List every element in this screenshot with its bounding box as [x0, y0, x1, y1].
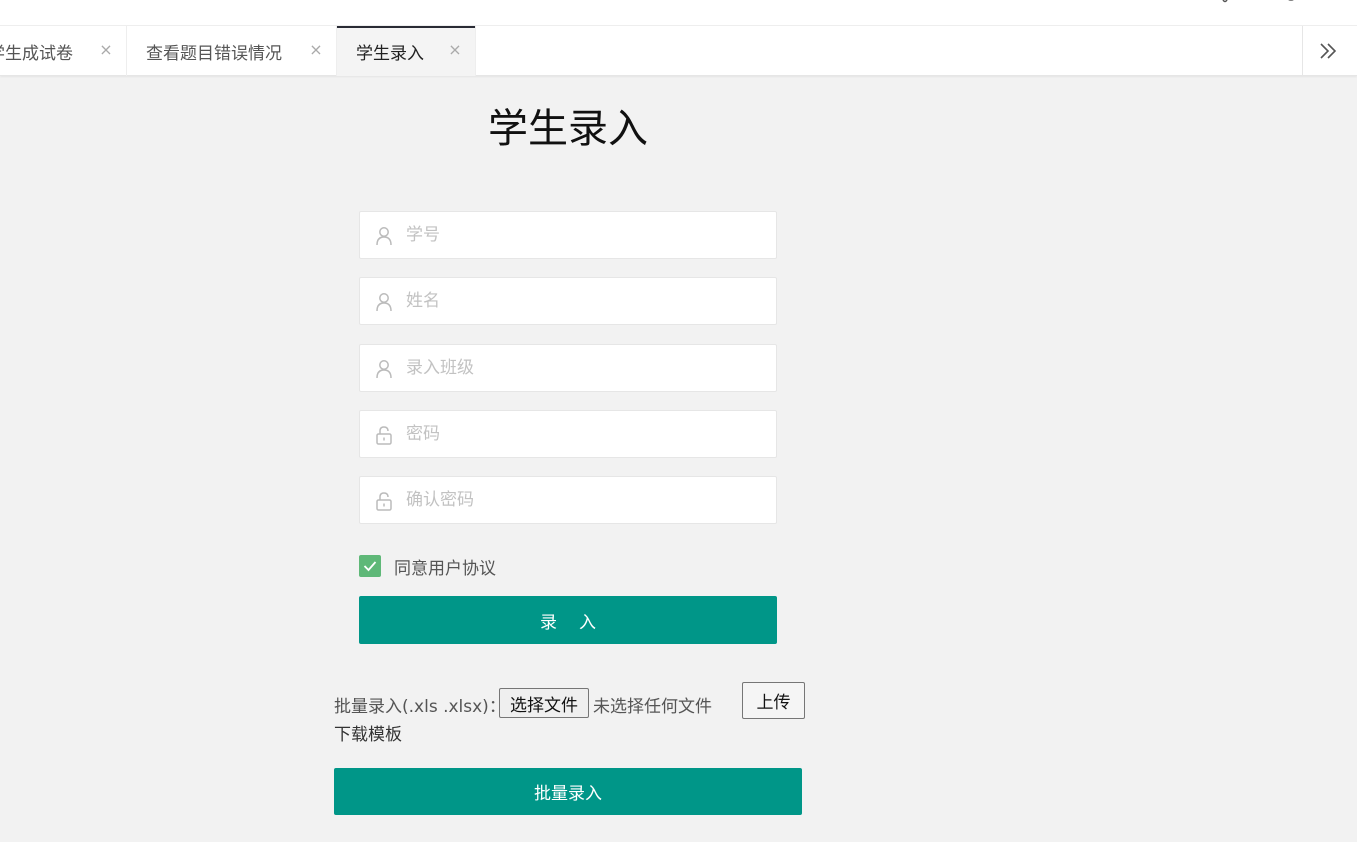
- lock-icon: [375, 425, 393, 445]
- user-menu-icon[interactable]: [1284, 0, 1298, 4]
- tab-label: 查看题目错误情况: [146, 43, 282, 64]
- tab-student-paper[interactable]: 学生成试卷 ×: [0, 26, 127, 76]
- choose-file-button[interactable]: 选择文件: [499, 688, 589, 718]
- student-id-field: [359, 211, 777, 259]
- batch-import-label: 批量录入(.xls .xlsx)：: [334, 697, 506, 717]
- tab-label: 学生成试卷: [0, 43, 73, 64]
- confirm-password-field: [359, 476, 777, 524]
- lock-icon: [375, 491, 393, 511]
- batch-import-button[interactable]: 批量录入: [334, 768, 802, 815]
- file-status: 未选择任何文件: [593, 697, 712, 717]
- confirm-password-input[interactable]: [406, 477, 766, 523]
- password-input[interactable]: [406, 411, 766, 457]
- class-field: [359, 344, 777, 392]
- close-icon[interactable]: ×: [448, 42, 462, 58]
- double-chevron-right-icon: [1319, 43, 1336, 59]
- submit-button[interactable]: 录入: [359, 596, 777, 644]
- agree-label: 同意用户协议: [394, 558, 496, 579]
- notification-icon[interactable]: [1218, 0, 1232, 4]
- class-input[interactable]: [406, 345, 766, 391]
- user-icon: [375, 292, 393, 312]
- student-name-field: [359, 277, 777, 325]
- tab-scroll-right-button[interactable]: [1302, 26, 1352, 76]
- tab-bar: 学生成试卷 × 查看题目错误情况 × 学生录入 ×: [0, 26, 1357, 76]
- upload-button[interactable]: 上传: [742, 682, 805, 719]
- close-icon[interactable]: ×: [309, 42, 323, 58]
- user-icon: [375, 359, 393, 379]
- top-header: [0, 0, 1357, 26]
- student-id-input[interactable]: [406, 212, 766, 258]
- agree-terms[interactable]: 同意用户协议: [359, 555, 496, 579]
- user-icon: [375, 226, 393, 246]
- download-template-link[interactable]: 下载模板: [334, 720, 402, 745]
- password-field: [359, 410, 777, 458]
- student-name-input[interactable]: [406, 278, 766, 324]
- tab-question-errors[interactable]: 查看题目错误情况 ×: [127, 26, 337, 76]
- tab-label: 学生录入: [356, 43, 424, 64]
- page-title: 学生录入: [488, 106, 648, 152]
- checkmark-icon: [363, 561, 377, 572]
- tab-student-entry[interactable]: 学生录入 ×: [337, 26, 476, 76]
- close-icon[interactable]: ×: [99, 42, 113, 58]
- agree-checkbox[interactable]: [359, 555, 381, 577]
